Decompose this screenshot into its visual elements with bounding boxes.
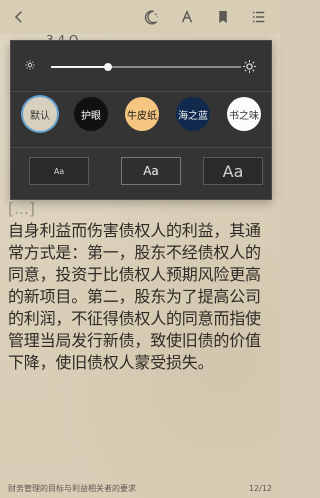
theme-selector-row: 默认 护眼 牛皮纸 海之蓝 书之味 [23, 97, 261, 142]
brightness-slider[interactable] [51, 63, 241, 71]
top-toolbar-right [142, 8, 280, 26]
theme-kraft-paper-label: 牛皮纸 [127, 110, 157, 122]
theme-default-label: 默认 [30, 110, 50, 122]
content-line: 的利润，不征得债权人的同意而指使 [8, 309, 261, 328]
font-size-large-label: Aa [222, 161, 244, 181]
content-line: 下降，使旧债权人蒙受损失。 [8, 353, 214, 372]
moon-stars-icon[interactable] [142, 8, 160, 26]
content-line: 的新项目。第二，股东为了提高公司 [8, 287, 261, 306]
font-size-medium-label: Aa [143, 164, 159, 178]
brightness-row [11, 41, 271, 91]
menu-icon[interactable] [250, 8, 268, 26]
theme-book-scent-label: 书之味 [229, 110, 259, 122]
theme-sea-blue[interactable]: 海之蓝 [176, 97, 210, 131]
chapter-title: 财务管理的目标与利益相关者的要求 [8, 483, 136, 493]
top-toolbar [0, 0, 280, 34]
settings-divider-bottom [11, 147, 271, 148]
reading-settings-panel: 默认 护眼 牛皮纸 海之蓝 书之味 Aa Aa Aa [10, 40, 272, 200]
theme-kraft-paper[interactable]: 牛皮纸 [125, 97, 159, 131]
brightness-high-icon [242, 59, 257, 74]
theme-sea-blue-label: 海之蓝 [178, 110, 208, 122]
bookmark-icon[interactable] [214, 8, 232, 26]
font-size-small-button[interactable]: Aa [29, 157, 89, 185]
reading-content: [...] 自身利益而伤害债权人的利益，其通 常方式是：第一，股东不经债权人的 … [8, 198, 272, 374]
top-toolbar-left [0, 8, 28, 26]
content-line: 自身利益而伤害债权人的利益，其通 [8, 221, 261, 240]
theme-eye-care[interactable]: 护眼 [74, 97, 108, 131]
content-line-partial: [...] [8, 199, 35, 218]
theme-book-scent[interactable]: 书之味 [227, 97, 261, 131]
font-size-large-button[interactable]: Aa [203, 157, 263, 185]
brightness-low-icon [24, 59, 36, 71]
content-line: 管理当局发行新债，致使旧债的价值 [8, 331, 261, 350]
font-size-medium-button[interactable]: Aa [121, 157, 181, 185]
font-size-row: Aa Aa Aa [29, 157, 263, 185]
page-indicator: 12/12 [248, 483, 272, 493]
back-arrow-icon[interactable] [10, 8, 28, 26]
brightness-slider-fill [51, 66, 108, 68]
brightness-slider-thumb[interactable] [104, 63, 112, 71]
reader-page: 3.4 Q 默认 [0, 0, 280, 498]
content-line: 同意，投资于比债权人预期风险更高 [8, 265, 261, 284]
content-line: 常方式是：第一，股东不经债权人的 [8, 243, 261, 262]
font-size-small-label: Aa [53, 166, 65, 176]
theme-default[interactable]: 默认 [23, 97, 57, 131]
font-icon[interactable] [178, 8, 196, 26]
settings-divider-top [11, 91, 271, 92]
reader-footer: 财务管理的目标与利益相关者的要求 12/12 [8, 482, 272, 494]
theme-eye-care-label: 护眼 [81, 110, 101, 122]
